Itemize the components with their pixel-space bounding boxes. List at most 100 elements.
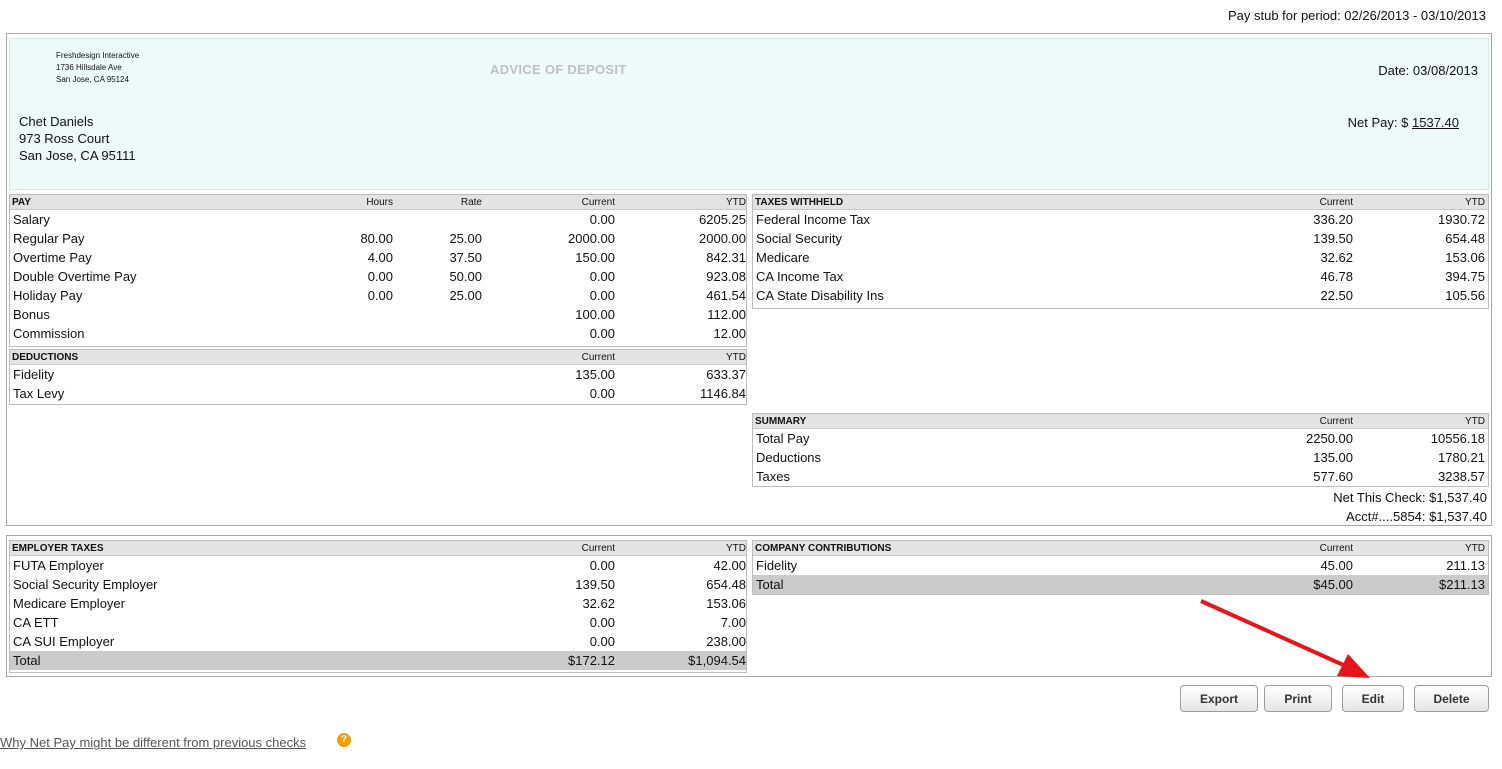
pay-row-cell <box>310 305 393 324</box>
print-button[interactable]: Print <box>1264 685 1332 712</box>
pay-row-cell: 100.00 <box>575 307 615 322</box>
pay-row-cell: 50.00 <box>449 269 482 284</box>
employer-tax-row-cell: 32.62 <box>582 596 615 611</box>
employee-address: Chet Daniels 973 Ross Court San Jose, CA… <box>19 113 136 164</box>
pay-row-cell: 842.31 <box>706 250 746 265</box>
pay-row-cell: 80.00 <box>360 231 393 246</box>
employer-tax-row: Medicare Employer 32.62 153.06 <box>10 594 746 613</box>
deductions-section: DEDUCTIONS Current YTD Fidelity 135.00 633… <box>9 349 747 405</box>
pay-row-cell: Commission <box>13 326 85 341</box>
pay-row-cell: Bonus <box>13 307 50 322</box>
pay-row-cell: Salary <box>13 212 50 227</box>
deposit-header: Freshdesign Interactive 1736 Hillsdale A… <box>9 38 1489 190</box>
employer-tax-row: Social Security Employer 139.50 654.48 <box>10 575 746 594</box>
employee-address-line1: 973 Ross Court <box>19 131 110 146</box>
deduction-row-cell: Fidelity <box>13 367 55 382</box>
tax-row-cell: CA State Disability Ins <box>756 288 884 303</box>
tax-row-cell: 654.48 <box>1445 231 1485 246</box>
employer-tax-row-cell: 654.48 <box>706 577 746 592</box>
delete-button[interactable]: Delete <box>1414 685 1489 712</box>
advice-title: ADVICE OF DEPOSIT <box>490 62 627 77</box>
account-label: Acct#....5854: <box>1346 509 1426 524</box>
pay-row-cell: Overtime Pay <box>13 250 92 265</box>
pay-period-label: Pay stub for period: 02/26/2013 - 03/10/… <box>1227 8 1486 23</box>
tax-row-cell: 1930.72 <box>1438 212 1485 227</box>
summary-row: Total Pay 2250.00 10556.18 <box>753 429 1488 448</box>
pay-row-cell: 0.00 <box>589 326 615 341</box>
summary-header-ytd: YTD <box>1465 416 1485 427</box>
deduction-row-cell: 135.00 <box>575 367 615 382</box>
stub-date: Date: 03/08/2013 <box>1378 63 1478 78</box>
pay-row-cell: 37.50 <box>449 250 482 265</box>
net-check-block: Net This Check: $1,537.40 Acct#....5854:… <box>1333 488 1487 526</box>
employer-tax-row: CA SUI Employer 0.00 238.00 <box>10 632 746 651</box>
pay-row: Commission 0.00 12.00 <box>10 324 746 343</box>
taxes-header-current: Current <box>1319 197 1353 208</box>
deductions-header-ytd: YTD <box>726 352 746 363</box>
employer-tax-row-cell: 42.00 <box>713 558 746 573</box>
date-value: 03/08/2013 <box>1412 63 1478 78</box>
deductions-header-current: Current <box>581 352 615 363</box>
tax-row: Social Security 139.50 654.48 <box>753 229 1488 248</box>
account-value: $1,537.40 <box>1429 509 1487 524</box>
tax-row-cell: 105.56 <box>1445 288 1485 303</box>
tax-row: CA State Disability Ins 22.50 105.56 <box>753 286 1488 305</box>
pay-header-rate: Rate <box>460 197 482 208</box>
contributions-total-ytd: $211.13 <box>1438 577 1485 592</box>
pay-row-cell: 12.00 <box>713 326 746 341</box>
summary-row-cell: 577.60 <box>1313 469 1353 484</box>
summary-header-current: Current <box>1319 416 1353 427</box>
employer-taxes-total-label: Total <box>13 653 41 668</box>
summary-section: SUMMARY Current YTD Total Pay 2250.00 1055… <box>752 413 1489 487</box>
pay-row-cell: 112.00 <box>707 307 746 322</box>
summary-row-cell: 1780.21 <box>1438 450 1485 465</box>
tax-row: CA Income Tax 46.78 394.75 <box>753 267 1488 286</box>
deduction-row: Tax Levy 0.00 1146.84 <box>10 384 746 403</box>
pay-row-cell: 150.00 <box>575 250 615 265</box>
pay-row-cell <box>393 324 482 343</box>
pay-header-label: PAY <box>12 197 31 208</box>
contribution-row-cell: 45.00 <box>1320 558 1353 573</box>
employer-tax-row-cell: 0.00 <box>589 634 615 649</box>
edit-button[interactable]: Edit <box>1342 685 1404 712</box>
pay-row-cell: 0.00 <box>589 269 615 284</box>
summary-row-cell: Total Pay <box>756 431 810 446</box>
pay-row-cell <box>393 210 482 229</box>
pay-row-cell: 4.00 <box>367 250 393 265</box>
help-icon[interactable]: ? <box>337 733 351 747</box>
tax-row-cell: CA Income Tax <box>756 269 844 284</box>
employer-tax-row: FUTA Employer 0.00 42.00 <box>10 556 746 575</box>
employer-taxes-header-row: EMPLOYER TAXES Current YTD <box>10 541 746 556</box>
employer-taxes-total-row: Total $172.12 $1,094.54 <box>10 651 746 670</box>
net-this-check: Net This Check: $1,537.40 <box>1333 488 1487 507</box>
summary-row-cell: 10556.18 <box>1430 431 1485 446</box>
tax-row-cell: 153.06 <box>1445 250 1485 265</box>
deductions-rows: Fidelity 135.00 633.37 Tax Levy 0.00 1146.84 <box>10 365 746 403</box>
pay-row-cell: 923.08 <box>706 269 746 284</box>
company-name: Freshdesign Interactive <box>56 51 140 60</box>
employer-taxes-section: EMPLOYER TAXES Current YTD FUTA Employer… <box>9 540 747 673</box>
export-button[interactable]: Export <box>1180 685 1258 712</box>
why-net-pay-link[interactable]: Why Net Pay might be different from prev… <box>0 735 306 750</box>
employer-taxes-header-ytd: YTD <box>726 543 746 554</box>
pay-row: Salary 0.00 6205.25 <box>10 210 746 229</box>
pay-rows: Salary 0.00 6205.25 Regular Pay 80.00 25.00 20… <box>10 210 746 343</box>
net-pay: Net Pay: $ 1537.40 <box>1348 115 1478 130</box>
tax-row-cell: Federal Income Tax <box>756 212 870 227</box>
pay-row-cell: Holiday Pay <box>13 288 83 303</box>
pay-row-cell: 6205.25 <box>699 212 746 227</box>
date-label: Date: <box>1378 63 1410 78</box>
pay-row-cell: Double Overtime Pay <box>13 269 137 284</box>
pay-section: PAY Hours Rate Current YTD Salary 0.00 620… <box>9 194 747 347</box>
company-contributions-section: COMPANY CONTRIBUTIONS Current YTD Fideli… <box>752 540 1489 595</box>
deductions-header-label: DEDUCTIONS <box>12 352 79 363</box>
deductions-header-row: DEDUCTIONS Current YTD <box>10 350 746 365</box>
pay-row-cell: 2000.00 <box>568 231 615 246</box>
pay-row: Holiday Pay 0.00 25.00 0.00 461.54 <box>10 286 746 305</box>
contributions-total-current: $45.00 <box>1313 577 1353 592</box>
summary-header-label: SUMMARY <box>755 416 807 427</box>
pay-row-cell <box>310 324 393 343</box>
pay-stub: Freshdesign Interactive 1736 Hillsdale A… <box>6 33 1492 526</box>
tax-row: Medicare 32.62 153.06 <box>753 248 1488 267</box>
employer-tax-row-cell: CA SUI Employer <box>13 634 115 649</box>
